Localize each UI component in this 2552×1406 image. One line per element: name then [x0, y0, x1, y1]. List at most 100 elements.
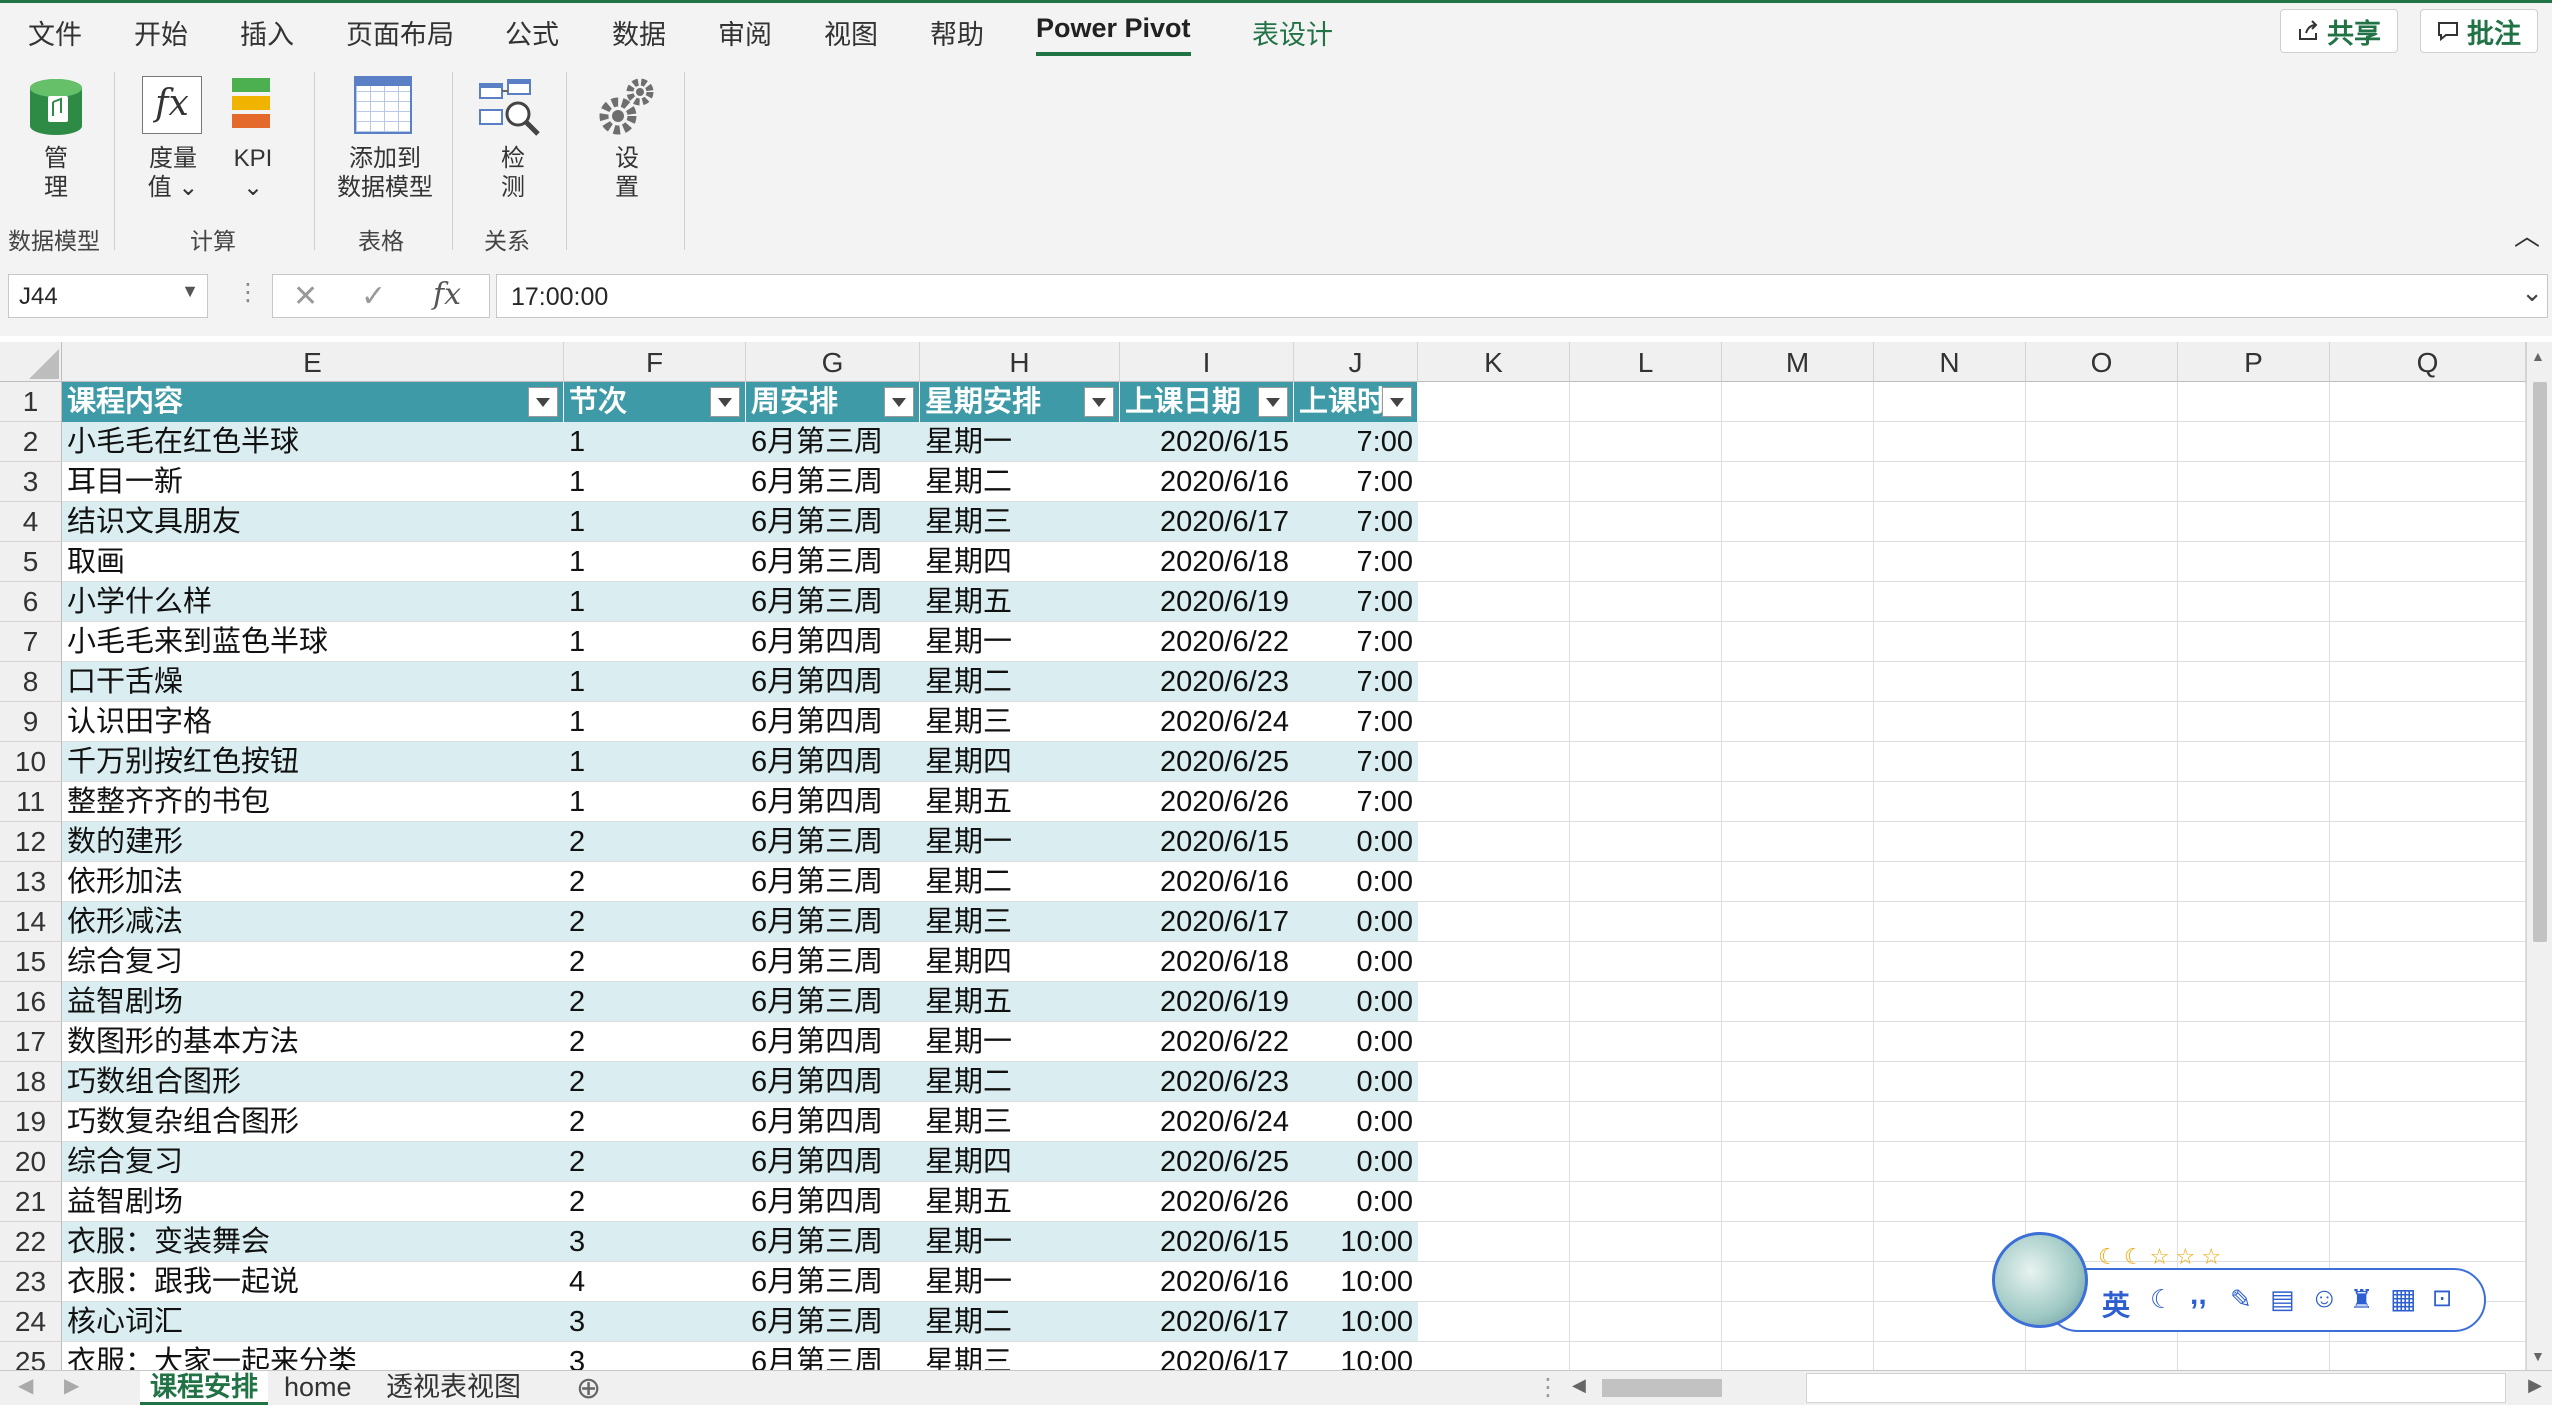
cell-period[interactable]: 1	[564, 462, 746, 502]
cell-date[interactable]: 2020/6/17	[1120, 1342, 1294, 1370]
cell-weekday[interactable]: 星期二	[920, 662, 1120, 702]
tab-splitter[interactable]: ⋮	[1536, 1373, 1560, 1402]
table-icon[interactable]	[354, 76, 412, 134]
cell-week[interactable]: 6月第三周	[746, 1342, 920, 1370]
row-header[interactable]: 13	[0, 862, 62, 902]
cell-time[interactable]: 7:00	[1294, 742, 1418, 782]
cell-course[interactable]: 小学什么样	[62, 582, 564, 622]
cell-weekday[interactable]: 星期一	[920, 1022, 1120, 1062]
cell-weekday[interactable]: 星期一	[920, 822, 1120, 862]
cell-week[interactable]: 6月第三周	[746, 1262, 920, 1302]
column-header-m[interactable]: M	[1722, 342, 1874, 382]
cell-weekday[interactable]: 星期四	[920, 542, 1120, 582]
tab-file[interactable]: 文件	[28, 13, 82, 52]
wrench-icon[interactable]: ✎	[2230, 1284, 2252, 1315]
cell-time[interactable]: 10:00	[1294, 1222, 1418, 1262]
cell-course[interactable]: 依形加法	[62, 862, 564, 902]
scroll-left-icon[interactable]: ◀	[1572, 1375, 1586, 1396]
cell-date[interactable]: 2020/6/18	[1120, 542, 1294, 582]
cell-weekday[interactable]: 星期三	[920, 1102, 1120, 1142]
row-header[interactable]: 15	[0, 942, 62, 982]
cell-time[interactable]: 7:00	[1294, 502, 1418, 542]
cell-time[interactable]: 0:00	[1294, 1062, 1418, 1102]
row-header[interactable]: 9	[0, 702, 62, 742]
row-header[interactable]: 22	[0, 1222, 62, 1262]
row-header[interactable]: 23	[0, 1262, 62, 1302]
cell-period[interactable]: 1	[564, 662, 746, 702]
cell-period[interactable]: 2	[564, 862, 746, 902]
cell-course[interactable]: 整整齐齐的书包	[62, 782, 564, 822]
cell-week[interactable]: 6月第四周	[746, 702, 920, 742]
cell-period[interactable]: 1	[564, 782, 746, 822]
cell-time[interactable]: 0:00	[1294, 862, 1418, 902]
cell-period[interactable]: 3	[564, 1222, 746, 1262]
column-header-n[interactable]: N	[1874, 342, 2026, 382]
cell-time[interactable]: 7:00	[1294, 782, 1418, 822]
tab-review[interactable]: 审阅	[718, 13, 772, 52]
row-header[interactable]: 24	[0, 1302, 62, 1342]
cell-period[interactable]: 2	[564, 1142, 746, 1182]
cell-course[interactable]: 综合复习	[62, 942, 564, 982]
cell-course[interactable]: 益智剧场	[62, 982, 564, 1022]
cell-time[interactable]: 0:00	[1294, 822, 1418, 862]
table-header-course[interactable]: 课程内容	[62, 382, 564, 422]
kpi-button-label[interactable]: KPI ⌄	[228, 144, 278, 202]
cell-weekday[interactable]: 星期四	[920, 742, 1120, 782]
cell-week[interactable]: 6月第四周	[746, 662, 920, 702]
row-header[interactable]: 11	[0, 782, 62, 822]
row-header[interactable]: 12	[0, 822, 62, 862]
share-button[interactable]: 共享	[2280, 9, 2398, 53]
row-header[interactable]: 19	[0, 1102, 62, 1142]
cell-week[interactable]: 6月第三周	[746, 542, 920, 582]
cell-date[interactable]: 2020/6/23	[1120, 1062, 1294, 1102]
cell-weekday[interactable]: 星期四	[920, 942, 1120, 982]
cell-course[interactable]: 数图形的基本方法	[62, 1022, 564, 1062]
scroll-up-icon[interactable]: ▲	[2531, 348, 2545, 364]
column-header-p[interactable]: P	[2178, 342, 2330, 382]
cell-week[interactable]: 6月第四周	[746, 742, 920, 782]
cell-week[interactable]: 6月第三周	[746, 1302, 920, 1342]
scroll-right-icon[interactable]: ▶	[2528, 1375, 2542, 1396]
tab-view[interactable]: 视图	[824, 13, 878, 52]
cell-course[interactable]: 巧数复杂组合图形	[62, 1102, 564, 1142]
row-header[interactable]: 7	[0, 622, 62, 662]
cell-course[interactable]: 小毛毛在红色半球	[62, 422, 564, 462]
tab-table-design[interactable]: 表设计	[1252, 13, 1333, 52]
collapse-ribbon-icon[interactable]: ︿	[2514, 216, 2540, 253]
vertical-scrollbar[interactable]: ▲ ▼	[2526, 342, 2552, 1370]
cell-period[interactable]: 2	[564, 1022, 746, 1062]
cell-course[interactable]: 千万别按红色按钮	[62, 742, 564, 782]
detect-button-label[interactable]: 检 测	[496, 144, 530, 202]
cell-date[interactable]: 2020/6/25	[1120, 1142, 1294, 1182]
cell-weekday[interactable]: 星期二	[920, 1062, 1120, 1102]
gear-icon[interactable]	[596, 74, 658, 140]
cell-date[interactable]: 2020/6/17	[1120, 502, 1294, 542]
cell-course[interactable]: 数的建形	[62, 822, 564, 862]
cell-weekday[interactable]: 星期五	[920, 1182, 1120, 1222]
cell-date[interactable]: 2020/6/15	[1120, 422, 1294, 462]
row-header[interactable]: 18	[0, 1062, 62, 1102]
cell-period[interactable]: 1	[564, 502, 746, 542]
cell-date[interactable]: 2020/6/25	[1120, 742, 1294, 782]
kpi-icon[interactable]	[232, 78, 270, 134]
cell-week[interactable]: 6月第三周	[746, 822, 920, 862]
cell-week[interactable]: 6月第四周	[746, 1022, 920, 1062]
cell-period[interactable]: 4	[564, 1262, 746, 1302]
filter-dropdown-icon[interactable]	[1084, 387, 1114, 417]
cancel-icon[interactable]: ✕	[293, 279, 318, 314]
cell-date[interactable]: 2020/6/17	[1120, 1302, 1294, 1342]
cell-weekday[interactable]: 星期二	[920, 462, 1120, 502]
filter-dropdown-icon[interactable]	[1382, 387, 1412, 417]
cell-weekday[interactable]: 星期二	[920, 862, 1120, 902]
column-header-f[interactable]: F	[564, 342, 746, 382]
cell-time[interactable]: 7:00	[1294, 662, 1418, 702]
cell-time[interactable]: 10:00	[1294, 1262, 1418, 1302]
filter-dropdown-icon[interactable]	[1258, 387, 1288, 417]
cell-week[interactable]: 6月第四周	[746, 1102, 920, 1142]
cell-date[interactable]: 2020/6/22	[1120, 622, 1294, 662]
cell-date[interactable]: 2020/6/19	[1120, 982, 1294, 1022]
cell-course[interactable]: 综合复习	[62, 1142, 564, 1182]
row-header[interactable]: 14	[0, 902, 62, 942]
cell-date[interactable]: 2020/6/26	[1120, 782, 1294, 822]
row-header[interactable]: 16	[0, 982, 62, 1022]
